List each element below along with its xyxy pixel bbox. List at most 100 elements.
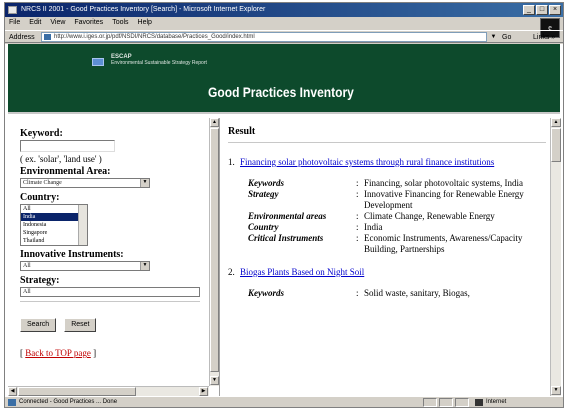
page-icon [44,34,51,40]
country-label: Country: [20,192,60,203]
detail-row: Country : India [248,222,548,233]
detail-row: Strategy : Innovative Financing for Rene… [248,189,548,211]
page-loaded-icon [8,399,16,406]
result-number: 2. [228,267,235,277]
detail-colon: : [356,211,359,221]
window-title: NRCS II 2001 - Good Practices Inventory … [21,6,266,13]
scroll-up-arrow-icon[interactable]: ▲ [551,118,561,127]
minimize-button[interactable]: _ [523,5,535,15]
results-heading: Result [228,126,546,143]
detail-key: Keywords [248,178,284,188]
status-text: Connected - Good Practices ... Done [19,399,118,405]
result-link[interactable]: Biogas Plants Based on Night Soil [240,267,364,278]
detail-row: Critical Instruments : Economic Instrume… [248,233,548,255]
env-area-select[interactable]: Climate Change ▼ [20,178,150,188]
page-title: Good Practices Inventory [208,84,354,100]
address-url: http://www.i.iges.or.jp/pdf/NSDI/NRCS/da… [54,34,255,40]
env-area-value: Climate Change [23,180,62,186]
back-to-top-row: [ Back to TOP page ] [20,348,206,358]
status-cell [423,398,437,407]
close-button[interactable]: × [549,5,561,15]
detail-key: Country [248,222,279,232]
result-link[interactable]: Financing solar photovoltaic systems thr… [240,157,494,168]
detail-row: Keywords : Financing, solar photovoltaic… [248,178,548,189]
country-listbox[interactable]: All India Indonesia Singapore Thailand [20,204,88,246]
result-number: 1. [228,157,235,167]
menu-edit[interactable]: Edit [29,17,41,29]
scroll-down-arrow-icon[interactable]: ▼ [210,376,219,385]
chevron-down-icon[interactable]: ▼ [140,179,149,187]
back-to-top-link[interactable]: Back to TOP page [25,348,91,358]
title-bar: NRCS II 2001 - Good Practices Inventory … [5,3,563,17]
menu-view[interactable]: View [50,17,65,29]
address-dropdown-icon[interactable]: ▼ [489,32,498,42]
org-block: ESCAP Environmental Sustainable Strategy… [111,54,231,66]
scroll-right-arrow-icon[interactable]: ▶ [199,387,208,396]
left-vertical-scrollbar[interactable]: ▲ ▼ [209,118,219,386]
detail-colon: : [356,222,359,232]
detail-colon: : [356,288,359,298]
maximize-button[interactable]: □ [536,5,548,15]
scroll-up-arrow-icon[interactable]: ▲ [210,118,219,127]
listbox-scrollbar[interactable] [78,205,87,245]
internet-zone-icon [475,399,483,406]
strategy-field[interactable]: All [20,287,200,297]
links-button[interactable]: Links » [533,31,555,44]
instruments-value: All [23,263,31,269]
reset-button[interactable]: Reset [64,318,97,332]
form-buttons: Search Reset [20,318,206,332]
scroll-thumb[interactable] [18,387,136,396]
keyword-hint: ( ex. 'solar', 'land use' ) [20,154,102,164]
detail-key: Keywords [248,288,284,298]
status-bar: Connected - Good Practices ... Done Inte… [5,396,563,407]
detail-colon: : [356,233,359,243]
back-prefix: [ [20,348,23,358]
left-horizontal-scrollbar[interactable]: ◀ ▶ [8,386,209,396]
detail-key: Environmental areas [248,211,327,221]
country-option-selected[interactable]: India [21,213,78,221]
scroll-thumb[interactable] [210,128,219,372]
detail-value: India [364,222,383,232]
menu-tools[interactable]: Tools [112,17,128,29]
address-bar: Address http://www.i.iges.or.jp/pdf/NSDI… [5,30,563,43]
status-cell [455,398,469,407]
browser-window: NRCS II 2001 - Good Practices Inventory … [4,2,564,408]
instruments-label: Innovative Instruments: [20,249,124,260]
page-content: ESCAP Environmental Sustainable Strategy… [5,44,563,396]
org-subtitle: Environmental Sustainable Strategy Repor… [111,60,207,66]
window-controls: _ □ × [523,5,561,15]
instruments-select[interactable]: All ▼ [20,261,150,271]
security-zone: Internet [486,399,507,405]
results-list: Result 1. Financing solar photovoltaic s… [228,126,548,311]
detail-colon: : [356,189,359,199]
search-form: Keyword: ( ex. 'solar', 'land use' ) Env… [20,128,206,358]
escap-logo-icon [92,58,104,66]
detail-row: Environmental areas : Climate Change, Re… [248,211,548,222]
menu-bar: File Edit View Favorites Tools Help [5,17,563,29]
detail-value: Economic Instruments, Awareness/Capacity… [364,233,523,254]
keyword-input[interactable] [20,140,115,152]
go-button[interactable]: Go [502,31,511,44]
right-vertical-scrollbar[interactable]: ▲ ▼ [550,118,561,396]
scroll-thumb[interactable] [551,128,561,162]
keyword-label: Keyword: [20,128,63,139]
detail-value: Solid waste, sanitary, Biogas, [364,288,470,298]
back-suffix: ] [93,348,97,358]
detail-colon: : [356,178,359,188]
scroll-left-arrow-icon[interactable]: ◀ [8,387,17,396]
strategy-label: Strategy: [20,275,60,286]
menu-help[interactable]: Help [138,17,152,29]
search-button[interactable]: Search [20,318,57,332]
menu-favorites[interactable]: Favorites [74,17,103,29]
chevron-down-icon[interactable]: ▼ [140,262,149,270]
status-cell [439,398,453,407]
address-label: Address [9,34,35,41]
menu-file[interactable]: File [9,17,20,29]
scroll-down-arrow-icon[interactable]: ▼ [551,386,561,395]
address-input[interactable]: http://www.i.iges.or.jp/pdf/NSDI/NRCS/da… [41,32,487,42]
result-details: Keywords : Financing, solar photovoltaic… [248,178,548,255]
form-divider [20,301,200,302]
detail-value: Financing, solar photovoltaic systems, I… [364,178,523,188]
search-frame: Keyword: ( ex. 'solar', 'land use' ) Env… [8,118,220,396]
env-area-label: Environmental Area: [20,166,111,177]
